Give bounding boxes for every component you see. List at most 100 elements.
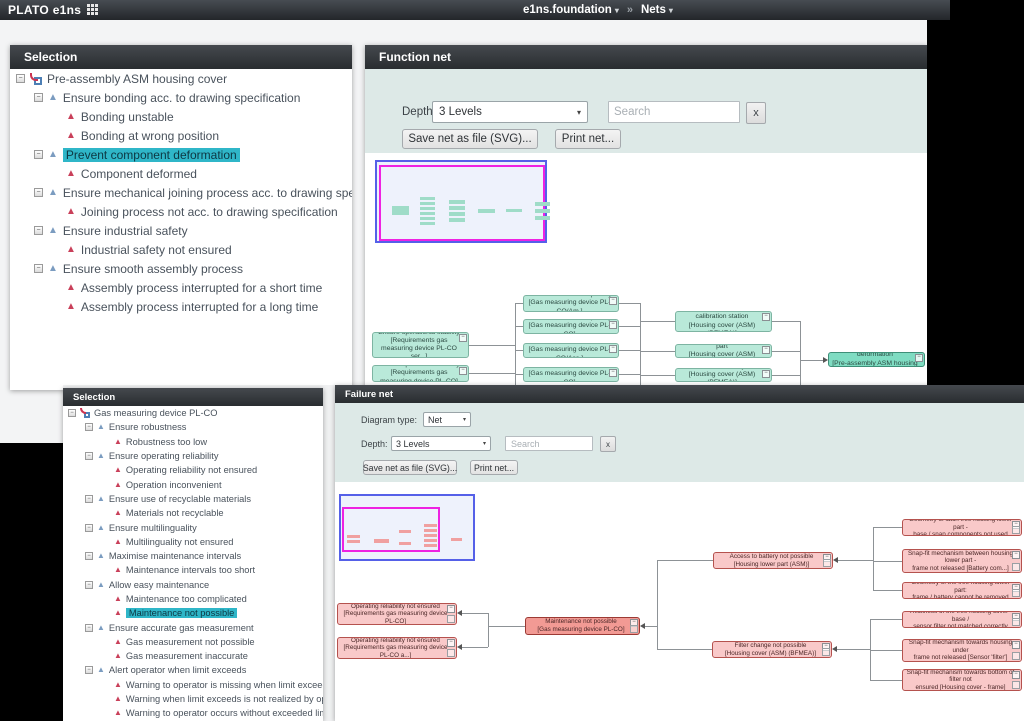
tree-item-label[interactable]: Pre-assembly ASM housing cover (47, 72, 227, 86)
net-node[interactable]: Access to battery not possible[Housing l… (713, 552, 833, 569)
tree-item[interactable]: ▲Joining process not acc. to drawing spe… (10, 202, 352, 221)
expand-toggle[interactable]: − (34, 188, 43, 197)
expand-node-button[interactable] (823, 559, 831, 567)
collapse-node-button[interactable]: − (609, 297, 617, 305)
collapse-node-button[interactable]: − (762, 346, 770, 354)
tree-item[interactable]: ▲Gas measurement inaccurate (63, 649, 323, 663)
diagram-type-select[interactable]: Net ▾ (423, 412, 471, 427)
tree-item[interactable]: ▲Maintenance too complicated (63, 592, 323, 606)
tree-item-label[interactable]: Ensure multilinguality (109, 523, 197, 533)
tree-item[interactable]: ▲Gas measurement not possible (63, 635, 323, 649)
tree-item-label[interactable]: Gas measurement not possible (126, 637, 255, 647)
net-node[interactable]: Maintenance not possible[Gas measuring d… (525, 617, 640, 635)
expand-node-button[interactable] (447, 649, 455, 657)
expand-toggle[interactable]: − (85, 452, 93, 460)
minimap[interactable] (339, 494, 475, 561)
tree-item-label[interactable]: Industrial safety not ensured (81, 243, 232, 257)
tree-item[interactable]: ▲Robustness too low (63, 435, 323, 449)
collapse-node-button[interactable]: − (609, 321, 617, 329)
net-node[interactable]: Ensure operational stability[Requirement… (372, 332, 469, 358)
expand-toggle[interactable]: − (16, 74, 25, 83)
net-node[interactable]: Geometry of the free housing lower part:… (902, 582, 1022, 599)
tree-item-label[interactable]: Maximise maintenance intervals (109, 551, 241, 561)
tree-item-label[interactable]: Prevent component deformation (63, 148, 240, 162)
tree-item-label[interactable]: Ensure bonding acc. to drawing specifica… (63, 91, 300, 105)
tree-item[interactable]: ▲Warning to operator occurs without exce… (63, 706, 323, 720)
print-net-button[interactable]: Print net... (555, 129, 621, 149)
collapse-node-button[interactable]: − (1012, 551, 1020, 559)
tree-item-label[interactable]: Warning when limit exceeds is not realiz… (126, 694, 323, 704)
expand-toggle[interactable]: − (34, 226, 43, 235)
net-node[interactable]: Ensure calibration capability[Gas measur… (523, 319, 619, 334)
tree-item[interactable]: −▲Allow easy maintenance (63, 578, 323, 592)
tree-item[interactable]: ▲Warning when limit exceeds is not reali… (63, 692, 323, 706)
tree-item[interactable]: ▲Operation inconvenient (63, 477, 323, 491)
tree-item[interactable]: ▲Maintenance not possible (63, 606, 323, 620)
tree-item[interactable]: ▲Industrial safety not ensured (10, 240, 352, 259)
tree-item[interactable]: −Gas measuring device PL-CO (63, 406, 323, 420)
expand-toggle[interactable]: − (34, 150, 43, 159)
expand-node-button[interactable] (1012, 681, 1020, 689)
net-node[interactable]: Operating reliability not ensured[Requir… (337, 603, 457, 625)
tree-item[interactable]: ▲Component deformed (10, 164, 352, 183)
tree-item[interactable]: ▲Assembly process interrupted for a shor… (10, 278, 352, 297)
save-net-button[interactable]: Save net as file (SVG)... (363, 460, 457, 475)
tree-item-label[interactable]: Ensure mechanical joining process acc. t… (63, 186, 352, 200)
expand-toggle[interactable]: − (34, 264, 43, 273)
tree-item[interactable]: −▲Ensure robustness (63, 420, 323, 434)
tree-item[interactable]: ▲Assembly process interrupted for a long… (10, 297, 352, 316)
expand-toggle[interactable]: − (34, 93, 43, 102)
depth-select[interactable]: 3 Levels ▾ (432, 101, 588, 123)
tree-item-label[interactable]: Assembly process interrupted for a long … (81, 300, 318, 314)
collapse-node-button[interactable]: − (762, 370, 770, 378)
tree-item[interactable]: − Pre-assembly ASM housing cover (10, 69, 352, 88)
tree-item-label[interactable]: Joining process not acc. to drawing spec… (81, 205, 338, 219)
collapse-node-button[interactable]: − (609, 369, 617, 377)
tree-item-label[interactable]: Ensure accurate gas measurement (109, 623, 254, 633)
net-node[interactable]: Prevent component deformation[Pre-assemb… (828, 352, 925, 367)
expand-toggle[interactable]: − (85, 495, 93, 503)
print-net-button[interactable]: Print net... (470, 460, 518, 475)
tree-item-label[interactable]: Alert operator when limit exceeds (109, 665, 246, 675)
tree-item[interactable]: −▲Ensure multilinguality (63, 520, 323, 534)
collapse-node-button[interactable]: − (1012, 641, 1020, 649)
tree-item[interactable]: −▲Alert operator when limit exceeds (63, 663, 323, 677)
menu-module[interactable]: e1ns.foundation ▾ (523, 4, 619, 16)
tree-item[interactable]: ▲Bonding at wrong position (10, 126, 352, 145)
tree-item-label[interactable]: Gas measurement inaccurate (126, 651, 248, 661)
tree-item[interactable]: −▲Ensure bonding acc. to drawing specifi… (10, 88, 352, 107)
net-node[interactable]: Filter change not possible[Housing cover… (712, 641, 832, 658)
net-node[interactable]: Snap-fit mechanism towards bottom of fil… (902, 669, 1022, 691)
clear-search-button[interactable]: x (600, 436, 616, 452)
tree-item-label[interactable]: Ensure industrial safety (63, 224, 188, 238)
tree-item[interactable]: ▲Materials not recyclable (63, 506, 323, 520)
search-input[interactable] (505, 436, 593, 451)
tree-item[interactable]: −▲Ensure industrial safety (10, 221, 352, 240)
tree-item-label[interactable]: Robustness too low (126, 437, 207, 447)
collapse-node-button[interactable]: − (609, 345, 617, 353)
menu-nets[interactable]: Nets ▾ (641, 4, 673, 16)
net-node[interactable]: Ensure robustness[Gas measuring device P… (523, 367, 619, 382)
failure-net-canvas[interactable]: Operating reliability not ensured[Requir… (335, 482, 1024, 721)
minimap[interactable] (375, 160, 547, 243)
tree-item[interactable]: −▲Ensure use of recyclable materials (63, 492, 323, 506)
expand-toggle[interactable]: − (85, 581, 93, 589)
tree-item[interactable]: −▲Prevent component deformation (10, 145, 352, 164)
tree-item-label[interactable]: Assembly process interrupted for a short… (81, 281, 322, 295)
expand-toggle[interactable]: − (85, 552, 93, 560)
tree-item[interactable]: −▲Maximise maintenance intervals (63, 549, 323, 563)
tree-item-label[interactable]: Operating reliability not ensured (126, 465, 257, 475)
tree-item-label[interactable]: Maintenance too complicated (126, 594, 247, 604)
tree-item-label[interactable]: Warning to operator occurs without excee… (126, 708, 323, 718)
net-node[interactable]: Thickness of the free housing cover - ba… (902, 611, 1022, 628)
tree-item-label[interactable]: Ensure operating reliability (109, 451, 219, 461)
tree-item-label[interactable]: Ensure robustness (109, 422, 187, 432)
tree-item-label[interactable]: Multilinguality not ensured (126, 537, 234, 547)
tree-item-label[interactable]: Allow easy maintenance (109, 580, 209, 590)
collapse-node-button[interactable]: − (447, 605, 455, 613)
tree-item-label[interactable]: Maintenance not possible (126, 608, 237, 618)
net-node[interactable]: Snap-fit mechanism between housing lower… (902, 549, 1022, 573)
expand-toggle[interactable]: − (85, 624, 93, 632)
expand-toggle[interactable]: − (85, 423, 93, 431)
tree-item[interactable]: −▲Ensure operating reliability (63, 449, 323, 463)
